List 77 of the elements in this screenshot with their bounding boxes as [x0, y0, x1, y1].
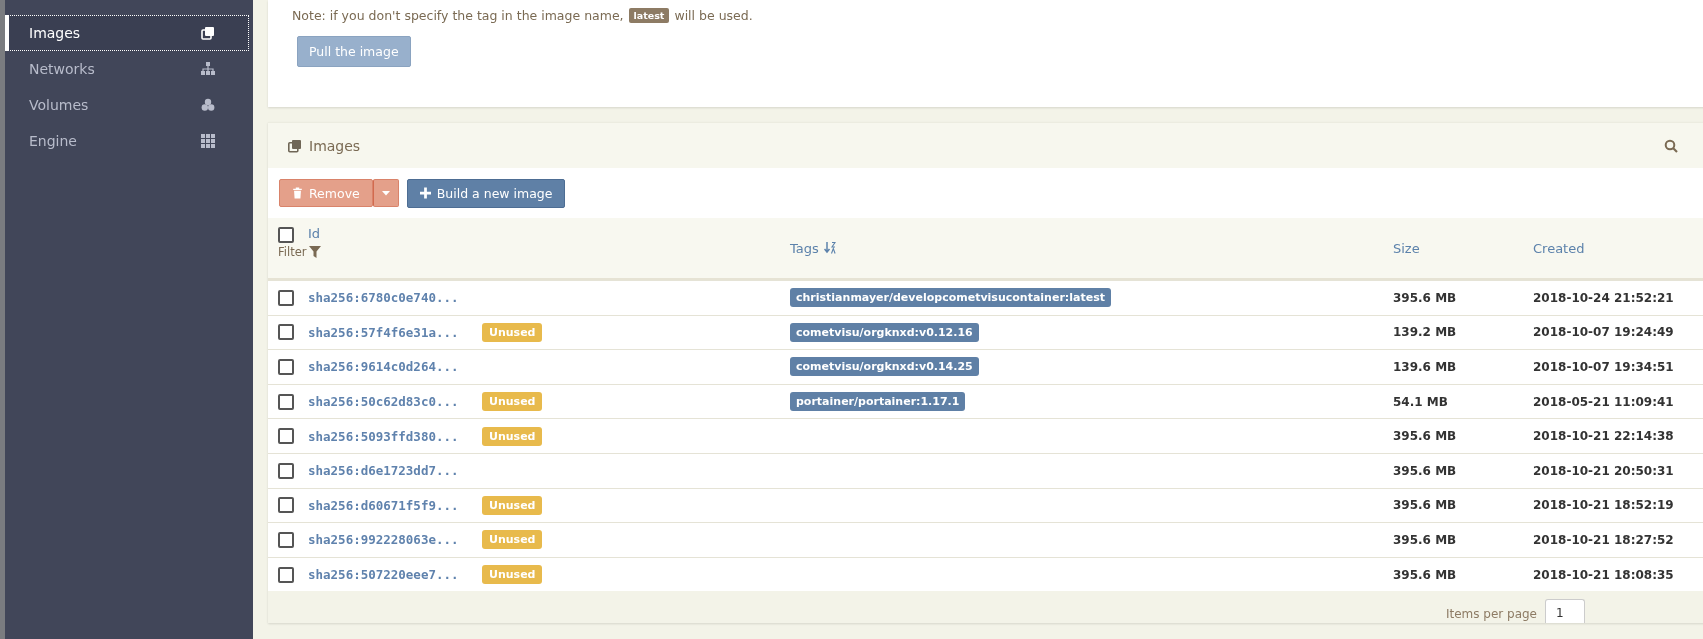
table-cell-text: 2018-10-07 19:24:49: [1533, 325, 1675, 340]
column-header[interactable]: Size: [1393, 240, 1420, 256]
checkbox[interactable]: [278, 393, 294, 410]
checkbox[interactable]: [278, 497, 294, 514]
note-text: will be used.: [674, 8, 753, 23]
table-cell-text: 139.2 MB: [1393, 325, 1458, 340]
pull-image-button[interactable]: Pull the image: [297, 36, 411, 67]
checkbox[interactable]: [278, 227, 294, 243]
image-id-link[interactable]: sha256:d6e1723dd7...: [308, 463, 482, 479]
sidebar-item[interactable]: Engine: [5, 123, 249, 159]
unused-badge: Unused: [482, 322, 543, 342]
column-header[interactable]: Id: [308, 226, 321, 241]
filter-icon: [309, 246, 322, 258]
checkbox[interactable]: [278, 359, 294, 375]
checkbox[interactable]: [278, 566, 294, 583]
table-cell-text: 2018-10-21 22:14:38: [1533, 429, 1675, 444]
dropdown-button[interactable]: [372, 179, 399, 207]
copy-icon: [201, 26, 215, 40]
table-cell-text: 395.6 MB: [1393, 463, 1458, 478]
image-id-link[interactable]: sha256:50c62d83c0...: [308, 394, 482, 410]
caret-icon: [381, 190, 390, 196]
build-image-button[interactable]: Build a new image: [406, 178, 566, 208]
plus-icon: [419, 187, 431, 199]
image-id-link[interactable]: sha256:d60671f5f9...: [308, 497, 482, 513]
tag-label: christianmayer/developcometvisucontainer:latest: [790, 288, 1111, 308]
unused-badge: Unused: [482, 392, 543, 412]
unused-badge: Unused: [482, 495, 543, 515]
image-id-link[interactable]: sha256:992228063e...: [308, 532, 482, 548]
grid-icon: [201, 134, 215, 148]
unused-badge: Unused: [482, 565, 543, 585]
table-cell-text: 2018-10-21 18:52:19: [1533, 498, 1675, 513]
tag-label: cometvisu/orgknxd:v0.14.25: [790, 357, 979, 377]
filter-button[interactable]: Filter: [278, 245, 322, 259]
checkbox[interactable]: [278, 289, 294, 306]
table-cell-text: 395.6 MB: [1393, 498, 1458, 513]
search-icon[interactable]: [1664, 138, 1678, 153]
column-header[interactable]: Created: [1533, 240, 1585, 256]
note-text: Note: if you don't specify the tag in the image name,: [292, 8, 624, 23]
table-cell-text: 395.6 MB: [1393, 429, 1458, 444]
table-cell-text: 395.6 MB: [1393, 290, 1458, 305]
sidebar-item[interactable]: Images: [5, 15, 249, 51]
table-cell-text: 2018-10-21 20:50:31: [1533, 463, 1675, 478]
image-id-link[interactable]: sha256:57f4f6e31a...: [308, 324, 482, 340]
unused-badge: Unused: [482, 426, 543, 446]
table-cell-text: 2018-10-21 18:27:52: [1533, 532, 1675, 547]
tag-label: portainer/portainer:1.17.1: [790, 392, 966, 412]
table-cell-text: 2018-10-07 19:34:51: [1533, 360, 1675, 374]
image-id-link[interactable]: sha256:9614c0d264...: [308, 359, 482, 375]
sort-icon: [823, 242, 836, 254]
cubes-icon: [201, 98, 215, 112]
sitemap-icon: [201, 62, 215, 76]
table-cell-text: 139.6 MB: [1393, 360, 1458, 374]
column-header[interactable]: Tags: [790, 240, 836, 256]
remove-button[interactable]: Remove: [279, 179, 373, 207]
items-per-page-label: Items per page: [1445, 607, 1537, 624]
image-id-link[interactable]: sha256:5093ffd380...: [308, 428, 482, 444]
table-cell-text: 2018-10-21 18:08:35: [1533, 567, 1675, 582]
tag-label: latest: [628, 8, 670, 23]
sidebar-item[interactable]: Volumes: [5, 87, 249, 123]
copy-icon: [288, 138, 302, 153]
checkbox[interactable]: [278, 462, 294, 479]
page-size-select[interactable]: 1: [1545, 599, 1585, 624]
checkbox[interactable]: [278, 428, 294, 445]
panel-title: Images: [309, 137, 361, 154]
image-id-link[interactable]: sha256:507220eee7...: [308, 567, 482, 583]
table-cell-text: 2018-10-24 21:52:21: [1533, 290, 1675, 305]
checkbox[interactable]: [278, 324, 294, 341]
image-id-link[interactable]: sha256:6780c0e740...: [308, 290, 482, 306]
sidebar-item[interactable]: Networks: [5, 51, 249, 87]
table-cell-text: 2018-05-21 11:09:41: [1533, 394, 1675, 409]
table-cell-text: 395.6 MB: [1393, 567, 1458, 582]
trash-icon: [292, 187, 303, 199]
checkbox[interactable]: [278, 531, 294, 548]
tag-label: cometvisu/orgknxd:v0.12.16: [790, 322, 979, 342]
unused-badge: Unused: [482, 530, 543, 550]
table-cell-text: 54.1 MB: [1393, 394, 1449, 409]
table-cell-text: 395.6 MB: [1393, 532, 1458, 547]
